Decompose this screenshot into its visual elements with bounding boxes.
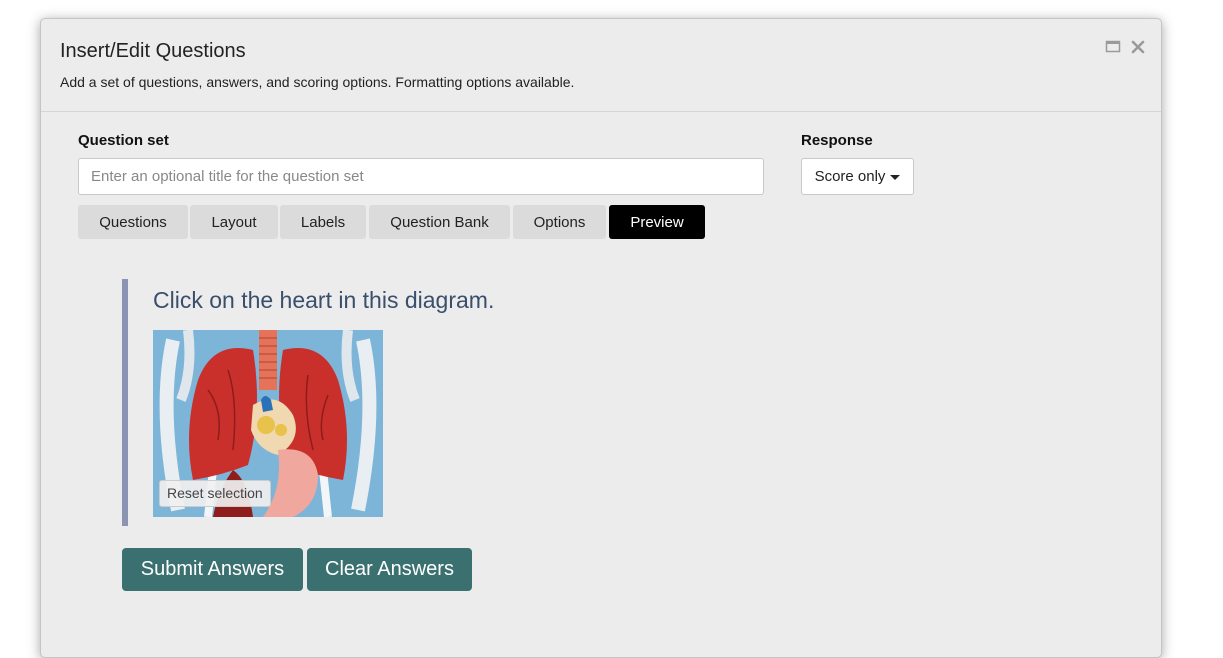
anatomy-diagram-image[interactable]: Reset selection [153,330,383,517]
dialog-header: Insert/Edit Questions Add a set of quest… [41,19,1161,112]
insert-edit-questions-dialog: Insert/Edit Questions Add a set of quest… [40,18,1162,658]
tab-labels[interactable]: Labels [280,205,366,239]
tab-layout[interactable]: Layout [190,205,278,239]
maximize-icon[interactable] [1105,39,1121,55]
submit-answers-button[interactable]: Submit Answers [122,548,303,591]
question-set-label: Question set [78,132,169,149]
question-set-title-input[interactable] [78,158,764,195]
response-selected-value: Score only [814,168,886,185]
reset-selection-button[interactable]: Reset selection [159,480,271,507]
tab-question-bank[interactable]: Question Bank [369,205,510,239]
tab-questions[interactable]: Questions [78,205,188,239]
tab-preview[interactable]: Preview [609,205,705,239]
question-text: Click on the heart in this diagram. [153,287,495,313]
response-dropdown[interactable]: Score only [801,158,914,195]
chevron-down-icon [890,175,901,180]
clear-answers-button[interactable]: Clear Answers [307,548,472,591]
tab-options[interactable]: Options [513,205,606,239]
response-label: Response [801,132,873,149]
dialog-title: Insert/Edit Questions [60,40,246,62]
question-preview: Click on the heart in this diagram. Rese… [122,279,728,526]
close-icon[interactable] [1130,39,1146,55]
dialog-subtitle: Add a set of questions, answers, and sco… [60,74,575,90]
